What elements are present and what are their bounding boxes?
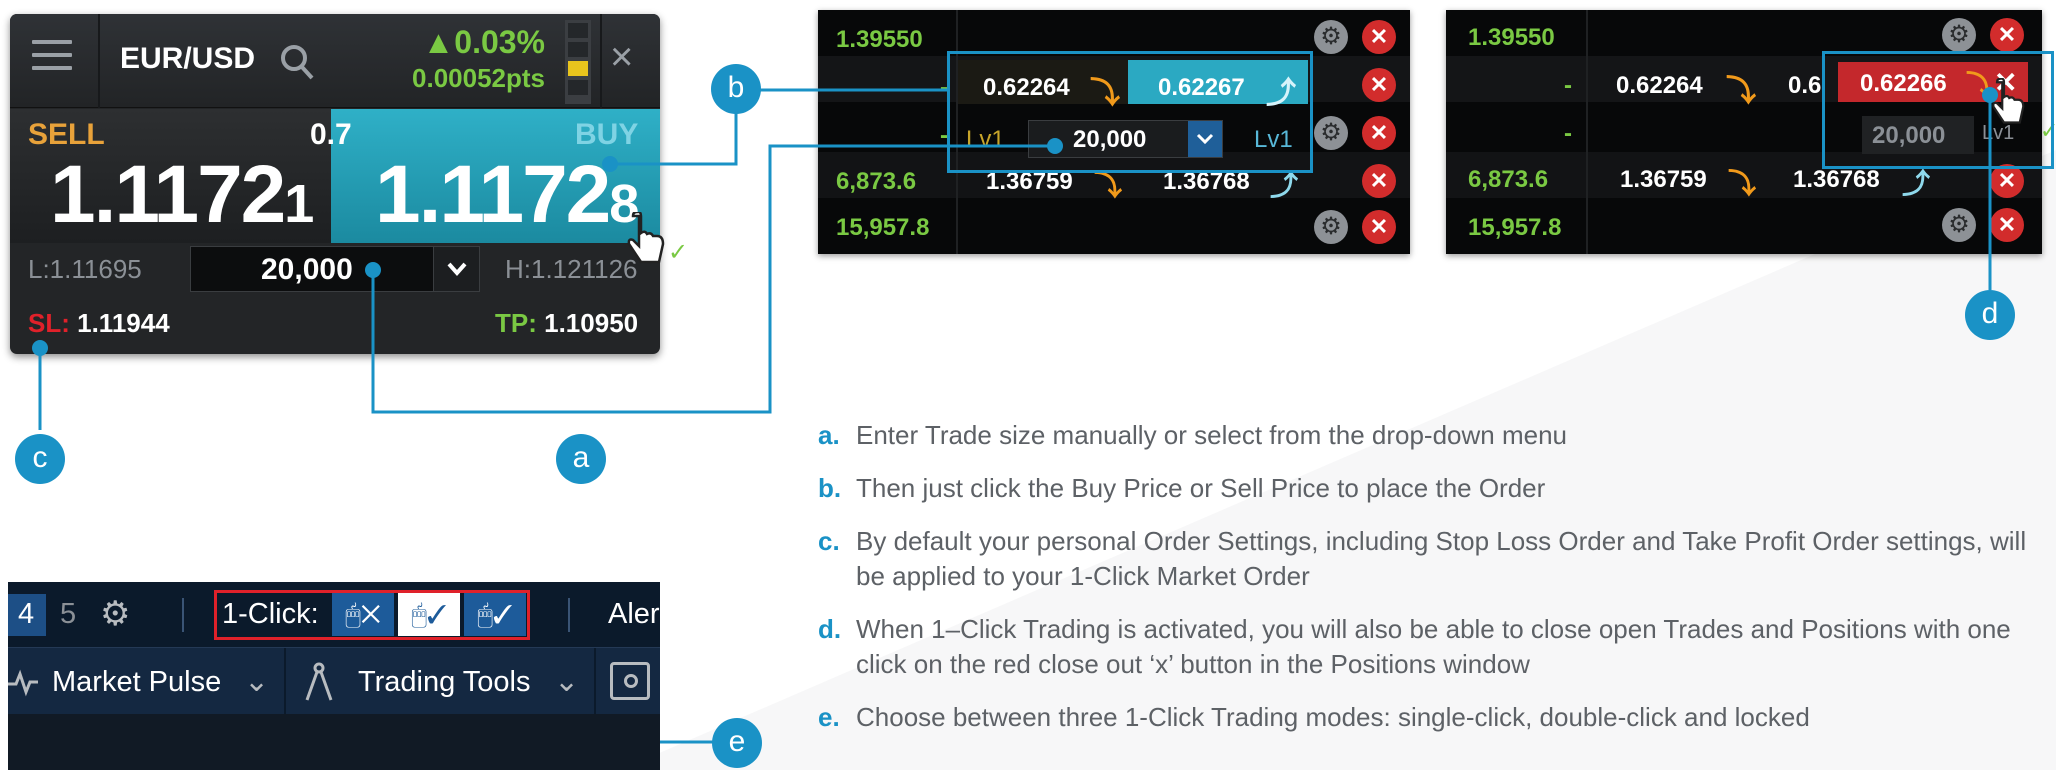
- connector-b: [610, 88, 947, 166]
- platform-toolbar: 4 5 ⚙ 1-Click: 🖱✕ 🖱✓ 🖱✓ Aler Market Puls…: [8, 582, 660, 770]
- market-pulse-menu[interactable]: Market Pulse: [52, 666, 221, 699]
- note-key: d.: [818, 614, 842, 644]
- alerts-menu[interactable]: Aler: [608, 598, 660, 631]
- note-text: Then just click the Buy Price or Sell Pr…: [856, 473, 1546, 503]
- tab-label: 5: [60, 598, 77, 630]
- note-text: Enter Trade size manually or select from…: [856, 420, 1568, 450]
- tab-5[interactable]: 5: [50, 594, 88, 636]
- note-key: b.: [818, 473, 842, 503]
- connector-a: [371, 144, 1055, 414]
- note-text: When 1–Click Trading is activated, you w…: [856, 614, 2011, 679]
- tab-4[interactable]: 4: [8, 594, 46, 636]
- note-d: d. When 1–Click Trading is activated, you…: [818, 612, 2028, 682]
- instructions-list: a. Enter Trade size manually or select fr…: [818, 418, 2028, 753]
- one-click-highlight: [214, 590, 530, 640]
- note-text: By default your personal Order Settings,…: [856, 526, 2027, 591]
- divider: [284, 648, 286, 714]
- callout-b: b: [711, 64, 761, 114]
- callout-a: a: [556, 434, 606, 484]
- note-c: c. By default your personal Order Setting…: [818, 524, 2028, 594]
- trading-tools-menu[interactable]: Trading Tools: [358, 666, 531, 699]
- divider: [182, 598, 184, 632]
- divider: [568, 598, 570, 632]
- chevron-down-icon[interactable]: ⌄: [244, 664, 269, 699]
- callout-e: e: [712, 718, 762, 768]
- divider: [594, 648, 596, 714]
- compass-icon: [302, 662, 336, 707]
- gear-icon[interactable]: ⚙: [100, 594, 130, 634]
- note-key: c.: [818, 526, 840, 556]
- note-e: e. Choose between three 1-Click Trading m…: [818, 700, 2028, 735]
- note-key: a.: [818, 420, 840, 450]
- screenshot-icon[interactable]: [610, 662, 650, 700]
- workspace-area: [8, 714, 660, 770]
- callout-d: d: [1965, 290, 2015, 340]
- note-a: a. Enter Trade size manually or select fr…: [818, 418, 2028, 453]
- note-key: e.: [818, 702, 840, 732]
- chevron-down-icon[interactable]: ⌄: [554, 664, 579, 699]
- tab-label: 4: [18, 598, 35, 630]
- pulse-icon: [8, 668, 38, 703]
- note-b: b. Then just click the Buy Price or Sell …: [818, 471, 2028, 506]
- callout-c: c: [15, 434, 65, 484]
- note-text: Choose between three 1-Click Trading mod…: [856, 702, 1810, 732]
